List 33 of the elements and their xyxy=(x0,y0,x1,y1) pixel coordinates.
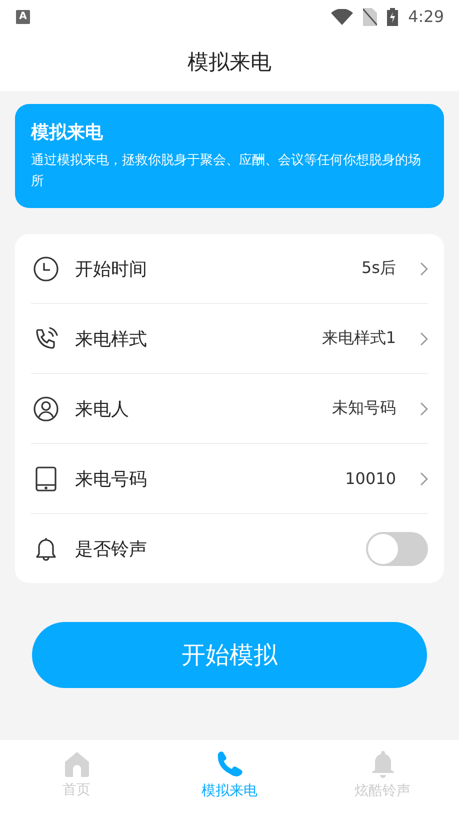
setting-label: 开始时间 xyxy=(75,258,148,280)
setting-value: 10010 xyxy=(345,469,396,488)
no-sim-icon xyxy=(363,8,378,26)
banner-text: 通过模拟来电，拯救你脱身于聚会、应酬、会议等任何你想脱身的场所 xyxy=(31,152,422,191)
status-time: 4:29 xyxy=(408,7,444,26)
app-badge: A xyxy=(16,10,30,24)
settings-row[interactable]: 来电人 未知号码 xyxy=(31,374,428,444)
setting-value: 5s后 xyxy=(361,258,396,279)
home-icon xyxy=(62,751,90,777)
setting-label: 是否铃声 xyxy=(75,538,148,560)
setting-label: 来电号码 xyxy=(75,468,148,490)
settings-row[interactable]: 来电样式 来电样式1 xyxy=(31,304,428,374)
settings-row[interactable]: 开始时间 5s后 xyxy=(31,234,428,304)
settings-row[interactable]: 是否铃声 xyxy=(31,514,428,583)
setting-label: 来电样式 xyxy=(75,328,148,350)
clock-icon xyxy=(33,256,59,282)
tablet-icon xyxy=(33,466,59,492)
person-icon xyxy=(33,396,59,422)
setting-value: 来电样式1 xyxy=(322,328,396,349)
chevron-icon xyxy=(420,262,428,276)
setting-value: 未知号码 xyxy=(332,398,396,419)
chevron-icon xyxy=(420,402,428,416)
setting-label: 来电人 xyxy=(75,398,130,420)
ringtone-toggle[interactable] xyxy=(366,532,428,566)
page-title: 模拟来电 xyxy=(188,49,272,76)
phone-icon xyxy=(33,326,59,352)
bell-icon xyxy=(33,536,59,562)
chevron-icon xyxy=(420,332,428,346)
banner-title: 模拟来电 xyxy=(31,121,104,144)
settings-row[interactable]: 来电号码 10010 xyxy=(31,444,428,514)
chevron-icon xyxy=(420,472,428,486)
battery-icon xyxy=(387,8,398,26)
wifi-icon xyxy=(331,8,354,24)
